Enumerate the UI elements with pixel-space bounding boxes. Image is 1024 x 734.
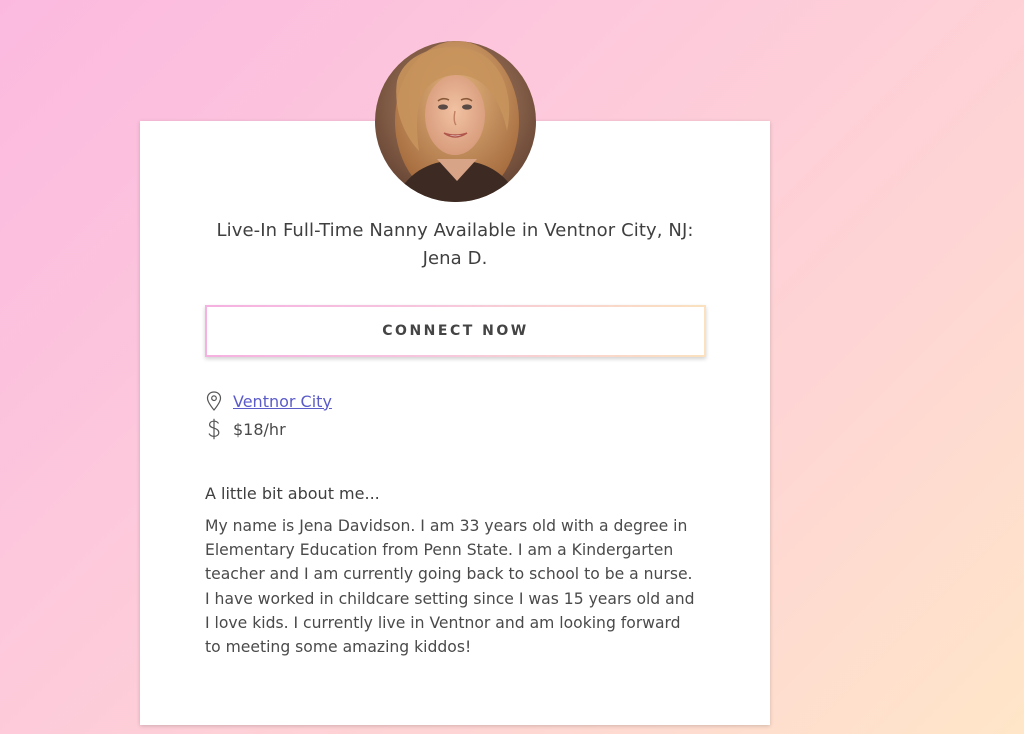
connect-now-label: CONNECT NOW xyxy=(207,307,704,355)
about-text: My name is Jena Davidson. I am 33 years … xyxy=(205,514,710,659)
about-line: to meeting some amazing kiddos! xyxy=(205,638,472,657)
rate-row: $18/hr xyxy=(205,417,286,441)
about-line: I love kids. I currently live in Ventnor… xyxy=(205,613,681,632)
title-line-1: Live-In Full-Time Nanny Available in Ven… xyxy=(216,220,694,241)
title-line-2: Jena D. xyxy=(422,248,488,269)
about-line: Elementary Education from Penn State. I … xyxy=(205,541,674,560)
location-link[interactable]: Ventnor City xyxy=(233,392,332,411)
about-line: My name is Jena Davidson. I am 33 years … xyxy=(205,517,688,535)
connect-now-button[interactable]: CONNECT NOW xyxy=(205,305,706,357)
map-pin-icon xyxy=(205,390,223,412)
about-heading: A little bit about me... xyxy=(205,484,380,503)
hourly-rate: $18/hr xyxy=(233,419,286,439)
about-line: I have worked in childcare setting since… xyxy=(205,589,695,608)
page-title: Live-In Full-Time Nanny Available in Ven… xyxy=(140,217,770,273)
location-row: Ventnor City xyxy=(205,389,332,413)
about-line: teacher and I am currently going back to… xyxy=(205,565,693,584)
dollar-icon xyxy=(205,418,223,440)
profile-photo xyxy=(375,41,536,202)
